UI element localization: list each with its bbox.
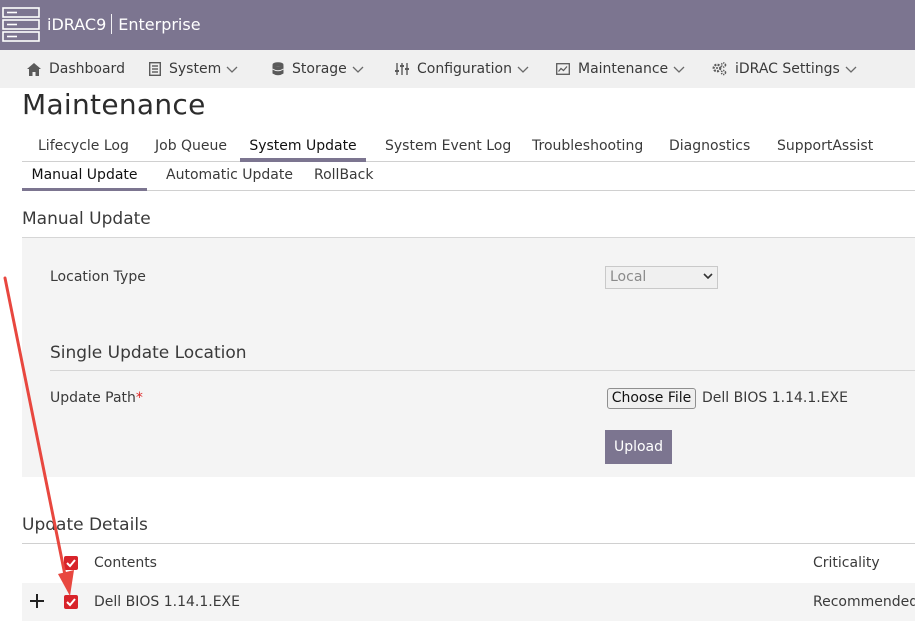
nav-idrac-settings-label: iDRAC Settings: [735, 61, 840, 77]
server-icon: [149, 62, 161, 76]
location-type-label: Location Type: [50, 269, 146, 285]
nav-storage[interactable]: Storage: [272, 50, 364, 88]
chevron-down-icon: [352, 66, 364, 73]
nav-system[interactable]: System: [149, 50, 238, 88]
chevron-down-icon: [226, 66, 238, 73]
subtab-automatic-update[interactable]: Automatic Update: [166, 162, 293, 191]
brand-divider: [111, 14, 113, 34]
database-icon: [272, 62, 284, 76]
checkmark-icon: [66, 559, 76, 568]
nav-storage-label: Storage: [292, 61, 347, 77]
tab-lifecycle-log[interactable]: Lifecycle Log: [38, 132, 129, 162]
system-update-subtabs: Manual Update Automatic Update RollBack: [22, 162, 915, 191]
tab-job-queue[interactable]: Job Queue: [155, 132, 227, 162]
chevron-down-icon: [845, 66, 857, 73]
selected-file-name: Dell BIOS 1.14.1.EXE: [702, 390, 848, 406]
subtab-rollback[interactable]: RollBack: [314, 162, 373, 191]
location-type-select[interactable]: Local: [605, 266, 718, 289]
nav-idrac-settings[interactable]: iDRAC Settings: [712, 50, 857, 88]
tab-system-update[interactable]: System Update: [240, 132, 366, 162]
page-title: Maintenance: [22, 88, 206, 121]
chevron-down-icon: [517, 66, 529, 73]
location-type-value: Local: [610, 269, 647, 285]
sliders-icon: [395, 63, 409, 75]
maintenance-tabs: Lifecycle Log Job Queue System Update Sy…: [22, 132, 915, 162]
gears-icon: [712, 62, 727, 76]
update-details-title: Update Details: [22, 515, 148, 535]
nav-dashboard[interactable]: Dashboard: [27, 50, 125, 88]
tab-system-event-log[interactable]: System Event Log: [385, 132, 511, 162]
nav-configuration[interactable]: Configuration: [395, 50, 529, 88]
required-asterisk: *: [135, 390, 143, 406]
nav-system-label: System: [169, 61, 222, 77]
details-divider: [22, 543, 915, 544]
expand-plus-icon[interactable]: [29, 593, 45, 609]
subtab-manual-update[interactable]: Manual Update: [22, 162, 147, 191]
upload-button[interactable]: Upload: [605, 430, 672, 464]
row-contents: Dell BIOS 1.14.1.EXE: [94, 594, 240, 610]
chevron-down-icon: [703, 273, 713, 279]
select-all-checkbox[interactable]: [64, 556, 78, 570]
manual-update-title: Manual Update: [22, 209, 151, 229]
home-icon: [27, 62, 41, 76]
column-header-contents: Contents: [94, 555, 157, 571]
choose-file-button[interactable]: Choose File: [607, 388, 696, 409]
top-header: iDRAC9 Enterprise: [0, 0, 915, 50]
tab-diagnostics[interactable]: Diagnostics: [669, 132, 750, 162]
brand-title: iDRAC9 Enterprise: [47, 14, 201, 34]
edition-name: Enterprise: [118, 15, 201, 34]
row-criticality: Recommended: [813, 594, 915, 610]
monitor-chart-icon: [556, 63, 570, 75]
nav-maintenance-label: Maintenance: [578, 61, 669, 77]
checkmark-icon: [66, 598, 76, 607]
nav-dashboard-label: Dashboard: [49, 61, 125, 77]
update-path-label: Update Path*: [50, 390, 143, 406]
nav-configuration-label: Configuration: [417, 61, 512, 77]
server-rack-icon: [2, 7, 40, 42]
update-path-text: Update Path: [50, 390, 136, 406]
single-update-location-title: Single Update Location: [50, 343, 915, 371]
tab-supportassist[interactable]: SupportAssist: [777, 132, 873, 162]
tab-troubleshooting[interactable]: Troubleshooting: [532, 132, 643, 162]
column-header-criticality: Criticality: [813, 555, 880, 571]
product-name: iDRAC9: [47, 15, 107, 34]
row-checkbox[interactable]: [64, 595, 78, 609]
nav-maintenance[interactable]: Maintenance: [556, 50, 685, 88]
chevron-down-icon: [673, 66, 685, 73]
main-navbar: Dashboard System Storage Configuration M…: [0, 50, 915, 88]
